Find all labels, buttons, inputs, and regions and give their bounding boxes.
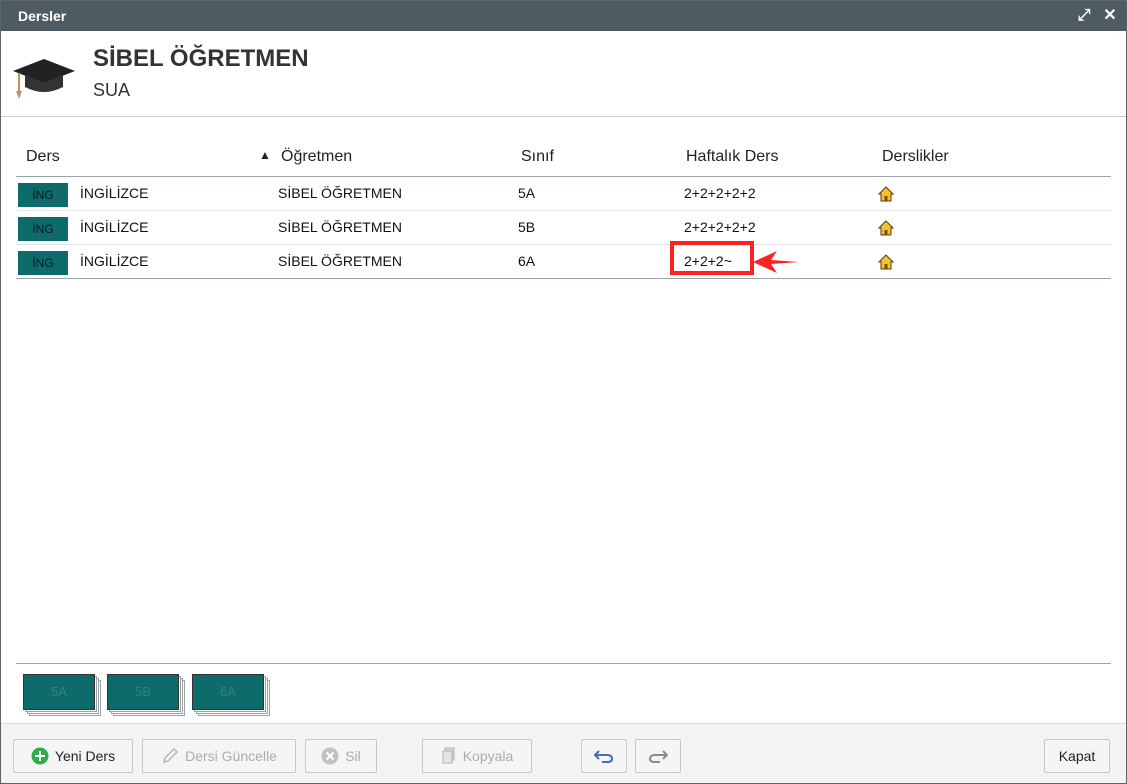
teacher-name: SİBEL ÖĞRETMEN bbox=[93, 45, 309, 72]
class-cell: 5A bbox=[518, 185, 536, 201]
class-tile-5a[interactable]: 5A bbox=[23, 674, 101, 716]
column-haftalik-ders[interactable]: Haftalık Ders bbox=[686, 148, 778, 166]
class-tile-label: 5B bbox=[107, 674, 179, 710]
teacher-cell: SİBEL ÖĞRETMEN bbox=[278, 219, 402, 235]
home-icon[interactable] bbox=[878, 220, 894, 236]
lessons-window: Dersler ⤢ ✕ SİBEL ÖĞRETMEN SUA Ders ▲ Öğ… bbox=[0, 0, 1127, 784]
teacher-cell: SİBEL ÖĞRETMEN bbox=[278, 185, 402, 201]
red-arrow-icon bbox=[753, 251, 799, 273]
window-title: Dersler bbox=[18, 8, 67, 24]
class-tile-6a[interactable]: 6A bbox=[192, 674, 270, 716]
teacher-header: SİBEL ÖĞRETMEN SUA bbox=[1, 31, 1126, 117]
teacher-cell: SİBEL ÖĞRETMEN bbox=[278, 253, 402, 269]
copy-label: Kopyala bbox=[462, 748, 514, 764]
column-ogretmen[interactable]: Öğretmen bbox=[281, 148, 352, 166]
pencil-icon bbox=[163, 748, 179, 763]
table-header: Ders ▲ Öğretmen Sınıf Haftalık Ders Ders… bbox=[16, 141, 1111, 177]
course-badge: İNG bbox=[18, 183, 68, 207]
class-cell: 6A bbox=[518, 253, 536, 269]
course-name: İNGİLİZCE bbox=[80, 185, 149, 201]
school-code: SUA bbox=[93, 80, 131, 100]
copy-icon bbox=[442, 747, 455, 764]
class-tile-label: 6A bbox=[192, 674, 264, 710]
class-cell: 5B bbox=[518, 219, 536, 235]
plus-circle-icon bbox=[31, 747, 49, 765]
lessons-table: Ders ▲ Öğretmen Sınıf Haftalık Ders Ders… bbox=[16, 141, 1111, 279]
copy-button[interactable]: Kopyala bbox=[422, 739, 532, 773]
footer-toolbar: Yeni Ders Dersi Güncelle Sil Kopyala Kap… bbox=[1, 723, 1126, 783]
update-lesson-button[interactable]: Dersi Güncelle bbox=[142, 739, 296, 773]
undo-icon bbox=[594, 750, 614, 763]
title-bar: Dersler ⤢ ✕ bbox=[1, 1, 1126, 31]
sort-asc-icon[interactable]: ▲ bbox=[259, 148, 271, 162]
course-badge: İNG bbox=[18, 251, 68, 275]
undo-button[interactable] bbox=[581, 739, 627, 773]
divider bbox=[16, 663, 1111, 664]
update-lesson-label: Dersi Güncelle bbox=[185, 748, 277, 764]
new-lesson-button[interactable]: Yeni Ders bbox=[13, 739, 133, 773]
maximize-icon[interactable]: ⤢ bbox=[1075, 6, 1093, 26]
highlight-box bbox=[670, 241, 754, 275]
course-name: İNGİLİZCE bbox=[80, 219, 149, 235]
delete-button[interactable]: Sil bbox=[305, 739, 377, 773]
new-lesson-label: Yeni Ders bbox=[54, 748, 116, 764]
table-row[interactable]: İNG İNGİLİZCE SİBEL ÖĞRETMEN 5A 2+2+2+2+… bbox=[16, 177, 1111, 211]
graduation-cap-icon bbox=[13, 59, 75, 99]
table-row[interactable]: İNG İNGİLİZCE SİBEL ÖĞRETMEN 5B 2+2+2+2+… bbox=[16, 211, 1111, 245]
column-ders[interactable]: Ders bbox=[26, 148, 60, 166]
close-label: Kapat bbox=[1058, 748, 1096, 764]
course-badge: İNG bbox=[18, 217, 68, 241]
close-button[interactable]: Kapat bbox=[1044, 739, 1110, 773]
redo-icon bbox=[648, 750, 668, 763]
class-tile-5b[interactable]: 5B bbox=[107, 674, 185, 716]
delete-label: Sil bbox=[345, 748, 361, 764]
table-row[interactable]: İNG İNGİLİZCE SİBEL ÖĞRETMEN 6A 2+2+2~ bbox=[16, 241, 1111, 279]
class-tile-label: 5A bbox=[23, 674, 95, 710]
column-derslikler[interactable]: Derslikler bbox=[882, 148, 949, 166]
course-name: İNGİLİZCE bbox=[80, 253, 149, 269]
home-icon[interactable] bbox=[878, 186, 894, 202]
close-icon[interactable]: ✕ bbox=[1101, 6, 1119, 26]
redo-button[interactable] bbox=[635, 739, 681, 773]
weekly-cell: 2+2+2+2+2 bbox=[684, 219, 756, 235]
column-sinif[interactable]: Sınıf bbox=[521, 148, 554, 166]
weekly-cell: 2+2+2+2+2 bbox=[684, 185, 756, 201]
home-icon[interactable] bbox=[878, 254, 894, 270]
delete-circle-icon bbox=[321, 747, 339, 765]
